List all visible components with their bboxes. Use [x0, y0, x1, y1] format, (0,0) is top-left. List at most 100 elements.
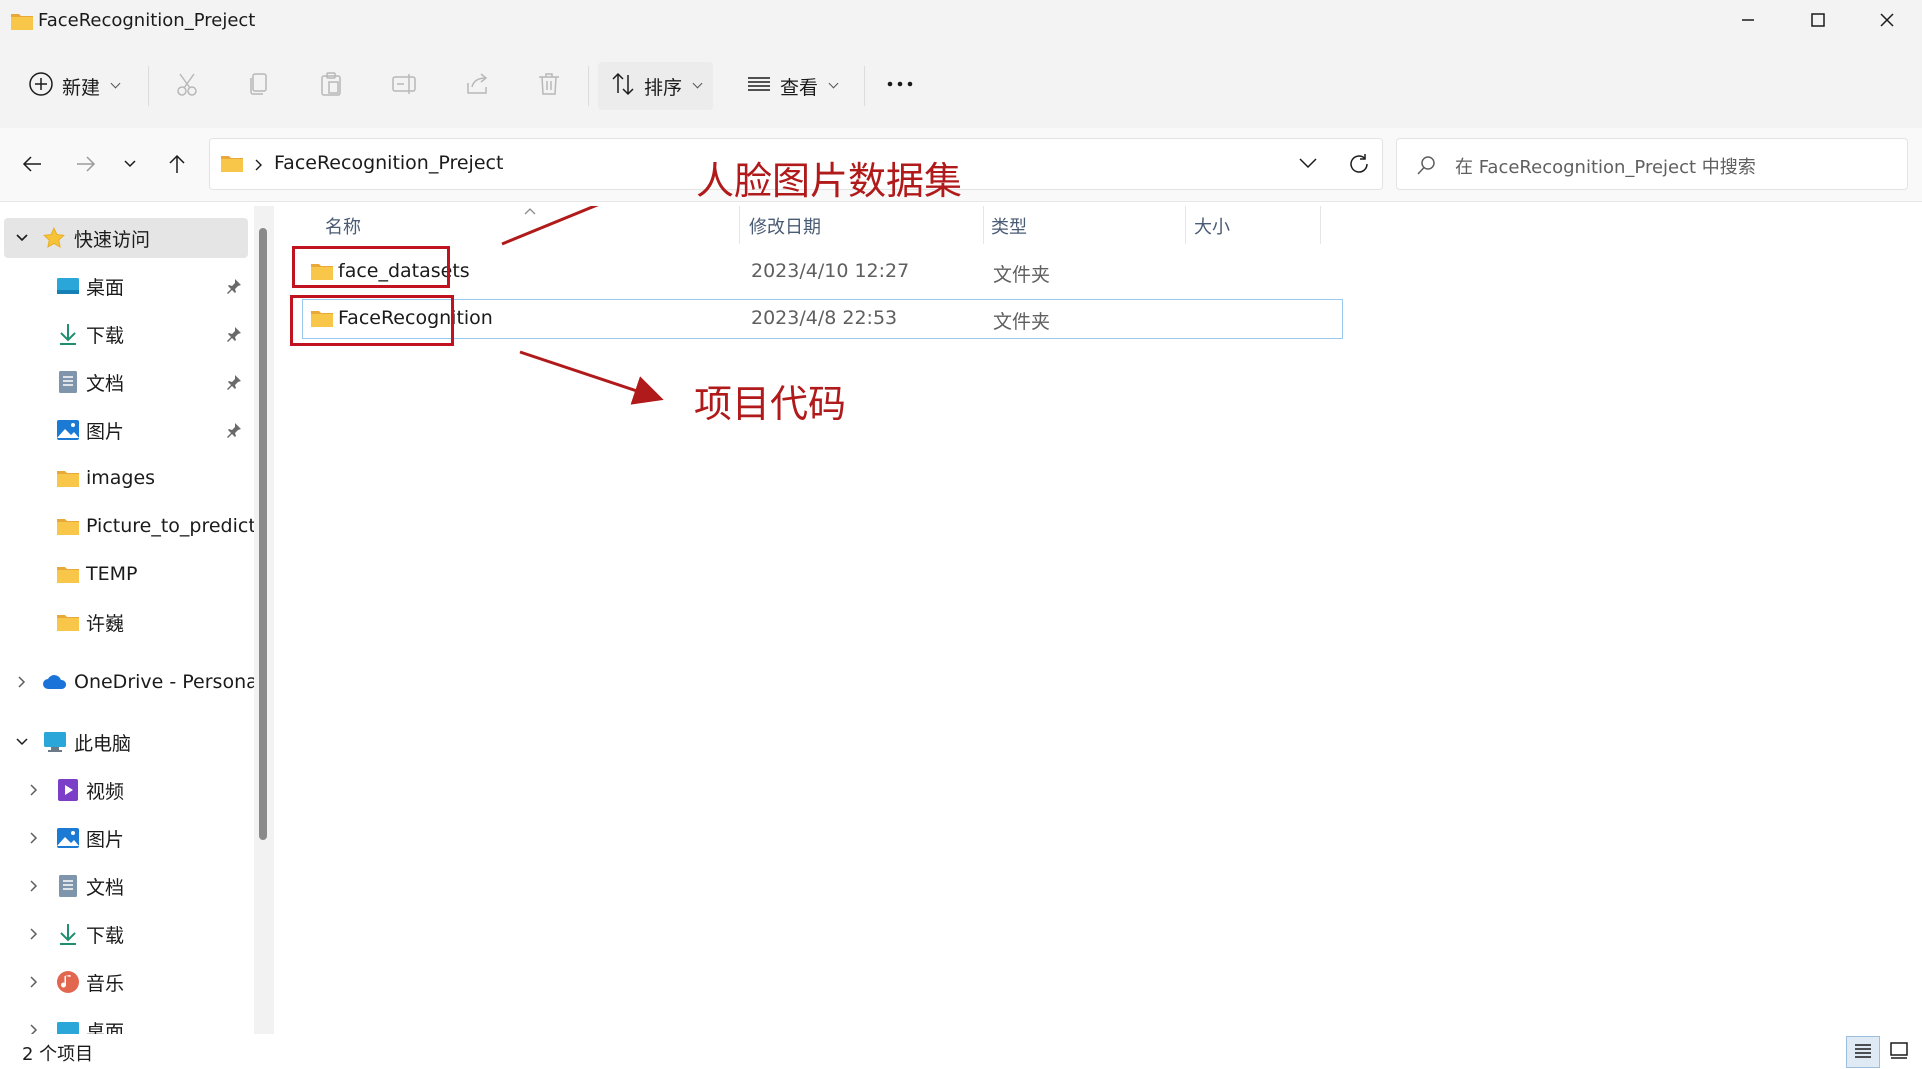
column-header-type[interactable]: 类型 — [991, 206, 1181, 246]
view-button[interactable]: 查看 — [746, 62, 839, 110]
folder-icon — [220, 153, 244, 178]
sidebar-item-label: 下载 — [86, 324, 125, 347]
chevron-right-icon — [254, 156, 264, 177]
sidebar-item-pc-documents[interactable]: 文档 — [0, 866, 252, 906]
file-type: 文件夹 — [993, 311, 1051, 333]
sidebar-item-pictures[interactable]: 图片 — [0, 410, 252, 450]
sidebar-item-quick-access[interactable]: 快速访问 — [4, 218, 248, 258]
download-icon — [56, 922, 80, 946]
pin-icon[interactable] — [226, 421, 242, 443]
sidebar-item-onedrive[interactable]: OneDrive - Personal — [0, 662, 263, 702]
sidebar-item-images[interactable]: images — [0, 458, 252, 498]
copy-button[interactable] — [246, 62, 272, 110]
refresh-icon[interactable] — [1347, 152, 1371, 181]
maximize-button[interactable] — [1783, 0, 1853, 44]
paste-button[interactable] — [318, 62, 344, 110]
column-header-label: 大小 — [1194, 217, 1230, 238]
new-button[interactable]: 新建 — [28, 62, 121, 110]
chevron-right-icon[interactable] — [26, 878, 42, 894]
videos-icon — [56, 778, 80, 802]
minimize-button[interactable] — [1713, 0, 1783, 44]
details-view-button[interactable] — [1846, 1036, 1880, 1068]
sidebar-item-documents[interactable]: 文档 — [0, 362, 252, 402]
arrow-right-icon — [75, 153, 97, 180]
pin-icon[interactable] — [226, 277, 242, 299]
chevron-down-icon — [692, 78, 703, 89]
sidebar-item-label: 图片 — [86, 828, 125, 851]
file-list: 名称 修改日期 类型 大小 face_datasets 2023/4/10 12… — [280, 159, 1922, 1034]
share-icon — [464, 71, 490, 102]
pin-icon[interactable] — [226, 325, 242, 347]
sidebar-item-pc-downloads[interactable]: 下载 — [0, 914, 252, 954]
column-header-size[interactable]: 大小 — [1194, 206, 1314, 246]
column-divider[interactable] — [1320, 206, 1321, 244]
sidebar-item-pc-pictures[interactable]: 图片 — [0, 818, 252, 858]
sidebar-item-label: 文档 — [86, 372, 125, 395]
chevron-right-icon[interactable] — [26, 782, 42, 798]
sidebar-item-label: TEMP — [86, 563, 138, 585]
navigation-pane: 快速访问 桌面 下载 文档 图片 images Picture_to_predi… — [0, 206, 270, 1034]
sidebar-item-desktop[interactable]: 桌面 — [0, 266, 252, 306]
chevron-down-icon — [110, 78, 121, 89]
column-header-label: 类型 — [991, 217, 1027, 238]
column-divider[interactable] — [983, 206, 984, 244]
folder-icon — [56, 562, 80, 586]
folder-icon — [56, 610, 80, 634]
share-button[interactable] — [464, 62, 490, 110]
up-button[interactable] — [157, 146, 197, 186]
window-title: FaceRecognition_Preject — [38, 10, 256, 31]
chevron-right-icon[interactable] — [26, 830, 42, 846]
folder-icon — [56, 514, 80, 538]
sidebar-item-label: 下载 — [86, 924, 125, 947]
chevron-down-icon[interactable] — [14, 734, 30, 750]
divider — [864, 66, 865, 106]
arrow-left-icon — [21, 153, 43, 180]
close-button[interactable] — [1852, 0, 1922, 44]
title-bar: FaceRecognition_Preject — [0, 0, 1922, 44]
back-button[interactable] — [12, 146, 52, 186]
maximize-icon — [1810, 12, 1826, 33]
chevron-down-icon[interactable] — [14, 230, 30, 246]
chevron-right-icon[interactable] — [26, 1022, 42, 1034]
scrollbar-thumb[interactable] — [259, 228, 267, 840]
pin-icon[interactable] — [226, 373, 242, 395]
sidebar-item-videos[interactable]: 视频 — [0, 770, 252, 810]
chevron-right-icon[interactable] — [26, 926, 42, 942]
sidebar-item-xuwei[interactable]: 许巍 — [0, 602, 252, 642]
divider — [588, 66, 589, 106]
sidebar-item-label: 图片 — [86, 420, 125, 443]
sidebar-item-picture-to-predict[interactable]: Picture_to_predict — [0, 506, 256, 546]
command-bar: 新建 排序 查看 — [0, 44, 1922, 128]
status-bar: 2 个项目 — [0, 1034, 1922, 1069]
sidebar-item-temp[interactable]: TEMP — [0, 554, 252, 594]
music-icon — [56, 970, 80, 994]
rename-button[interactable] — [391, 62, 419, 110]
delete-button[interactable] — [536, 62, 562, 110]
document-icon — [56, 370, 80, 394]
sidebar-item-music[interactable]: 音乐 — [0, 962, 252, 1002]
sidebar-scrollbar[interactable] — [254, 206, 274, 1034]
recent-locations-button[interactable] — [110, 146, 150, 186]
arrow-up-icon — [166, 153, 188, 180]
sidebar-item-label: 桌面 — [86, 1020, 125, 1035]
sidebar-item-this-pc[interactable]: 此电脑 — [0, 722, 252, 762]
address-path: FaceRecognition_Preject — [274, 152, 504, 174]
search-input[interactable]: 在 FaceRecognition_Preject 中搜索 — [1396, 138, 1908, 190]
chevron-right-icon[interactable] — [14, 674, 30, 690]
more-button[interactable] — [886, 62, 914, 110]
details-view-icon — [1853, 1041, 1873, 1064]
column-divider[interactable] — [1185, 206, 1186, 244]
sidebar-item-downloads[interactable]: 下载 — [0, 314, 252, 354]
sort-button[interactable]: 排序 — [598, 62, 714, 110]
address-dropdown-icon[interactable] — [1298, 155, 1318, 176]
rename-icon — [391, 71, 419, 102]
forward-button[interactable] — [66, 146, 106, 186]
close-icon — [1879, 12, 1895, 33]
annotation-label-datasets: 人脸图片数据集 — [696, 159, 963, 203]
sidebar-item-pc-desktop[interactable]: 桌面 — [0, 1010, 252, 1034]
document-icon — [56, 874, 80, 898]
tiles-view-button[interactable] — [1882, 1036, 1916, 1068]
chevron-right-icon[interactable] — [26, 974, 42, 990]
cut-button[interactable] — [174, 62, 200, 110]
sidebar-item-label: 许巍 — [86, 612, 125, 635]
